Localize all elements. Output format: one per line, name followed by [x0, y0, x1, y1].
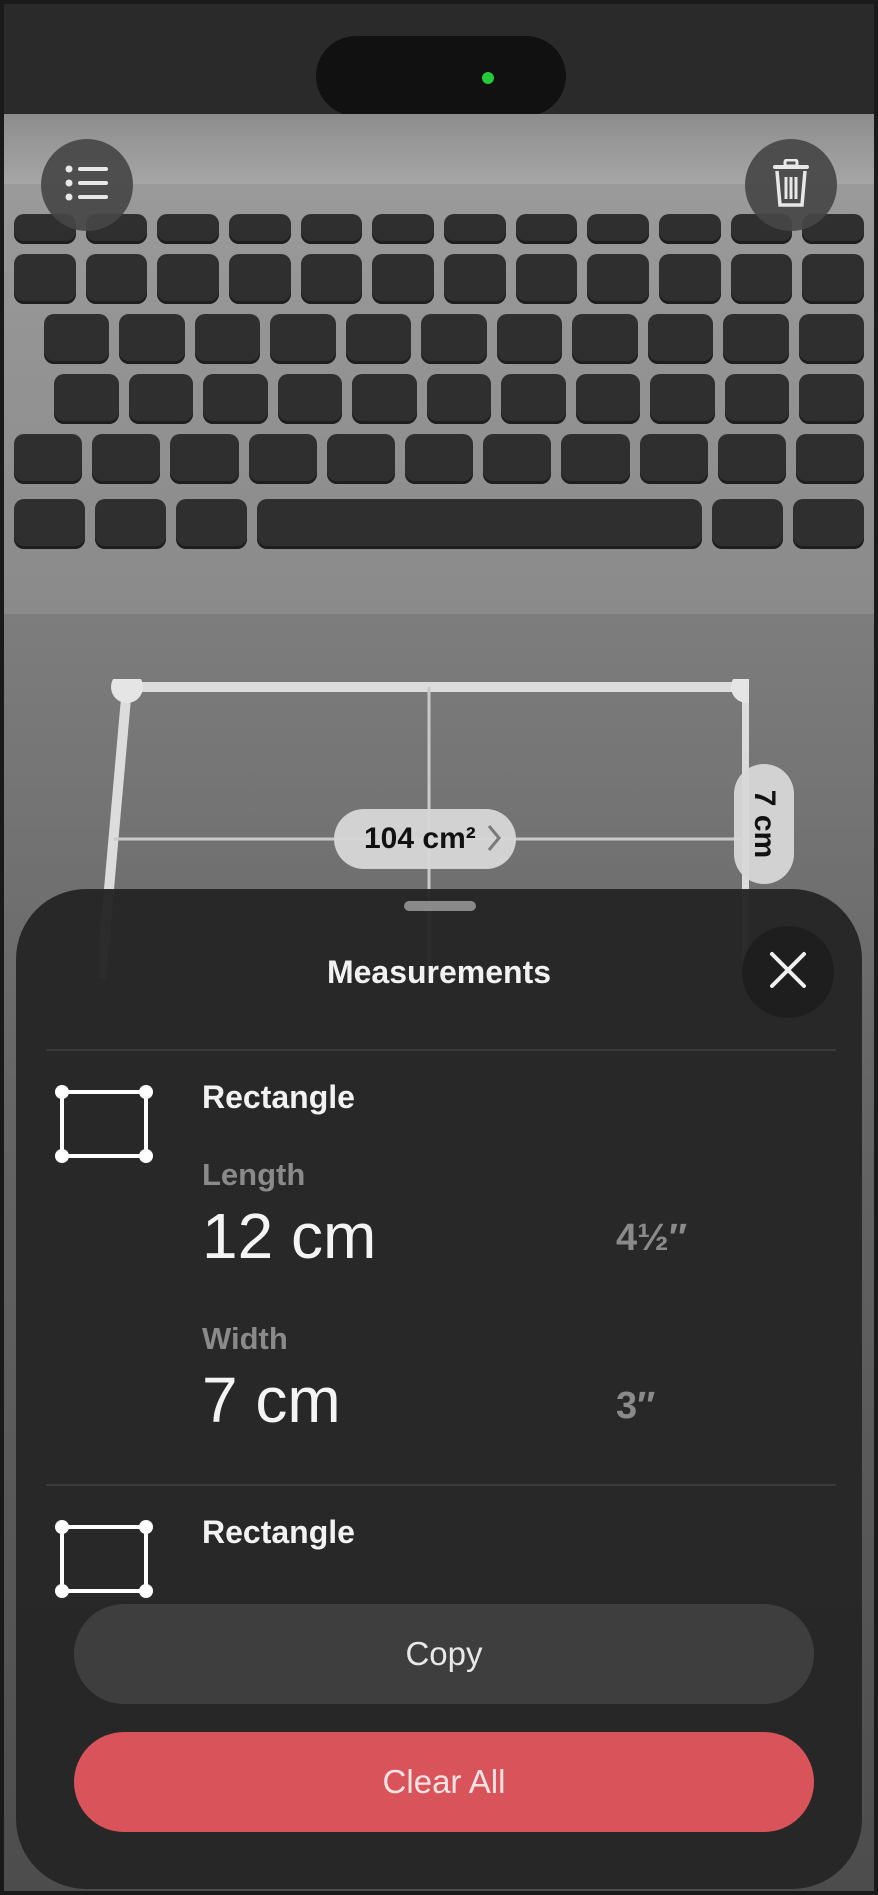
width-value: 7 cm	[202, 1364, 341, 1436]
area-label-pill[interactable]: 104 cm²	[334, 809, 516, 869]
measurement-type-label: Rectangle	[202, 1514, 355, 1550]
copy-button[interactable]: Copy	[74, 1604, 814, 1704]
delete-button[interactable]	[745, 139, 837, 231]
list-icon	[65, 165, 109, 206]
measurements-sheet: Measurements Rectangle Length 12 cm 4½″ …	[16, 889, 862, 1889]
camera-view: 104 cm² 7 cm Measurements Rectangle Leng…	[4, 4, 874, 1891]
side-length-label: 7 cm	[748, 789, 782, 859]
area-label: 104 cm²	[364, 822, 476, 855]
divider	[46, 1484, 836, 1486]
laptop-hinge	[4, 114, 874, 184]
clear-all-button[interactable]: Clear All	[74, 1732, 814, 1832]
measurement-type-label: Rectangle	[202, 1079, 355, 1115]
camera-in-use-indicator	[482, 72, 494, 84]
trash-icon	[771, 158, 811, 212]
rectangle-icon	[55, 1520, 153, 1598]
length-label: Length	[202, 1157, 306, 1192]
close-button[interactable]	[742, 926, 834, 1018]
length-imperial-value: 4½″	[616, 1217, 688, 1259]
width-imperial-value: 3″	[616, 1385, 656, 1427]
length-value: 12 cm	[202, 1200, 377, 1272]
divider	[46, 1049, 836, 1051]
side-length-pill[interactable]: 7 cm	[734, 764, 794, 884]
close-icon	[769, 951, 807, 994]
laptop-keyboard	[4, 184, 874, 614]
chevron-right-icon	[486, 823, 502, 861]
sheet-grabber[interactable]	[404, 901, 476, 911]
dynamic-island	[316, 36, 566, 116]
measurements-list-button[interactable]	[41, 139, 133, 231]
rectangle-icon	[55, 1085, 153, 1163]
sheet-title: Measurements	[326, 954, 552, 990]
width-label: Width	[202, 1321, 288, 1356]
